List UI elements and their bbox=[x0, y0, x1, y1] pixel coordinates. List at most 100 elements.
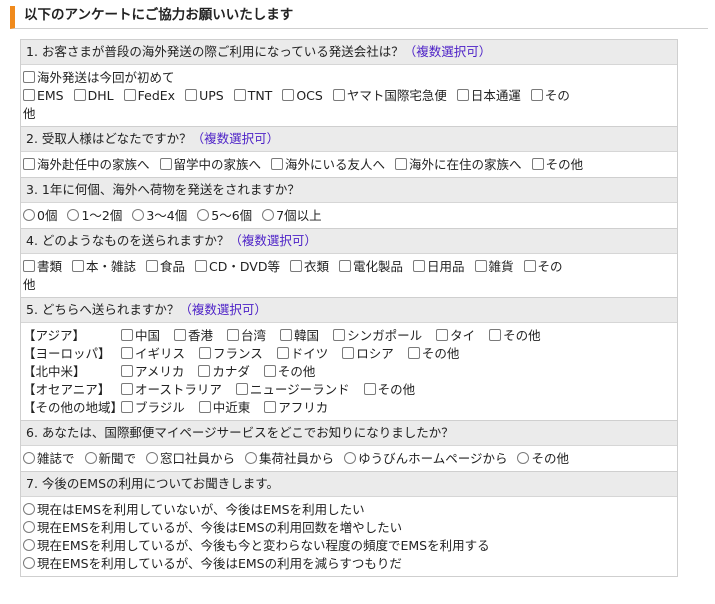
q6-option-pickup-staff[interactable]: 集荷社員から bbox=[245, 450, 334, 468]
checkbox[interactable] bbox=[123, 89, 136, 101]
q5-america-other[interactable]: その他 bbox=[263, 363, 315, 381]
checkbox[interactable] bbox=[23, 71, 35, 83]
q3-option-3-4[interactable]: 3〜4個 bbox=[132, 207, 187, 225]
radio-button[interactable] bbox=[23, 557, 35, 569]
checkbox[interactable] bbox=[72, 260, 85, 272]
q5-europe-france[interactable]: フランス bbox=[199, 345, 263, 363]
checkbox[interactable] bbox=[332, 89, 345, 101]
q5-america-canada[interactable]: カナダ bbox=[198, 363, 250, 381]
radio-button[interactable] bbox=[197, 209, 210, 221]
checkbox[interactable] bbox=[339, 260, 351, 272]
q1-option-dhl[interactable]: DHL bbox=[73, 87, 114, 105]
radio-button[interactable] bbox=[23, 539, 35, 551]
checkbox[interactable] bbox=[198, 401, 211, 413]
q1-option-other[interactable]: その bbox=[530, 87, 570, 105]
checkbox[interactable] bbox=[174, 329, 187, 341]
q2-option-other[interactable]: その他 bbox=[531, 156, 583, 174]
checkbox[interactable] bbox=[121, 383, 133, 395]
q5-asia-singapore[interactable]: シンガポール bbox=[333, 327, 422, 345]
checkbox[interactable] bbox=[23, 89, 35, 101]
q4-option-books[interactable]: 本・雑誌 bbox=[72, 258, 136, 276]
q5-america-usa[interactable]: アメリカ bbox=[121, 363, 184, 381]
q1-option-first-time[interactable]: 海外発送は今回が初めて bbox=[23, 69, 661, 87]
q5-asia-hongkong[interactable]: 香港 bbox=[174, 327, 213, 345]
checkbox[interactable] bbox=[23, 260, 35, 272]
q5-asia-other[interactable]: その他 bbox=[489, 327, 541, 345]
q5-europe-russia[interactable]: ロシア bbox=[342, 345, 394, 363]
q1-option-yamato[interactable]: ヤマト国際宅急便 bbox=[332, 87, 447, 105]
q5-europe-germany[interactable]: ドイツ bbox=[276, 345, 328, 363]
q2-option-friend[interactable]: 海外にいる友人へ bbox=[271, 156, 385, 174]
checkbox[interactable] bbox=[531, 158, 544, 170]
checkbox[interactable] bbox=[363, 383, 376, 395]
q1-option-nittsu[interactable]: 日本通運 bbox=[456, 87, 521, 105]
q4-option-other[interactable]: その bbox=[523, 258, 563, 276]
checkbox[interactable] bbox=[413, 260, 426, 272]
q3-option-1-2[interactable]: 1〜2個 bbox=[67, 207, 122, 225]
q5-other-middle-east[interactable]: 中近東 bbox=[198, 399, 250, 417]
checkbox[interactable] bbox=[436, 329, 449, 341]
checkbox[interactable] bbox=[198, 365, 211, 377]
q6-option-counter-staff[interactable]: 窓口社員から bbox=[146, 450, 235, 468]
checkbox[interactable] bbox=[280, 329, 293, 341]
checkbox[interactable] bbox=[121, 347, 133, 359]
q4-option-cd-dvd[interactable]: CD・DVD等 bbox=[195, 258, 280, 276]
radio-button[interactable] bbox=[262, 209, 275, 221]
q5-europe-other[interactable]: その他 bbox=[407, 345, 459, 363]
q1-option-ocs[interactable]: OCS bbox=[282, 87, 323, 105]
checkbox[interactable] bbox=[23, 158, 35, 170]
checkbox[interactable] bbox=[227, 329, 240, 341]
checkbox[interactable] bbox=[199, 347, 212, 359]
checkbox[interactable] bbox=[333, 329, 346, 341]
q7-option-same[interactable]: 現在EMSを利用しているが、今後も今と変わらない程度の頻度でEMSを利用する bbox=[23, 537, 661, 555]
checkbox[interactable] bbox=[523, 260, 536, 272]
checkbox[interactable] bbox=[342, 347, 355, 359]
checkbox[interactable] bbox=[271, 158, 284, 170]
checkbox[interactable] bbox=[282, 89, 295, 101]
checkbox[interactable] bbox=[235, 383, 248, 395]
radio-button[interactable] bbox=[517, 452, 530, 464]
q3-option-5-6[interactable]: 5〜6個 bbox=[197, 207, 252, 225]
q5-asia-china[interactable]: 中国 bbox=[121, 327, 160, 345]
checkbox[interactable] bbox=[530, 89, 543, 101]
radio-button[interactable] bbox=[132, 209, 145, 221]
radio-button[interactable] bbox=[344, 452, 357, 464]
q4-option-food[interactable]: 食品 bbox=[146, 258, 185, 276]
q5-oceania-newzealand[interactable]: ニュージーランド bbox=[235, 381, 350, 399]
radio-button[interactable] bbox=[23, 503, 35, 515]
checkbox[interactable] bbox=[276, 347, 289, 359]
q1-option-fedex[interactable]: FedEx bbox=[123, 87, 175, 105]
checkbox[interactable] bbox=[73, 89, 86, 101]
checkbox[interactable] bbox=[146, 260, 159, 272]
q1-option-ups[interactable]: UPS bbox=[185, 87, 224, 105]
q5-other-brazil[interactable]: ブラジル bbox=[121, 399, 185, 417]
checkbox[interactable] bbox=[264, 401, 277, 413]
checkbox[interactable] bbox=[121, 365, 133, 377]
q5-asia-taiwan[interactable]: 台湾 bbox=[227, 327, 266, 345]
q7-option-start-using[interactable]: 現在はEMSを利用していないが、今後はEMSを利用したい bbox=[23, 501, 661, 519]
radio-button[interactable] bbox=[67, 209, 80, 221]
checkbox[interactable] bbox=[489, 329, 502, 341]
checkbox[interactable] bbox=[456, 89, 469, 101]
q2-option-family-study[interactable]: 留学中の家族へ bbox=[159, 156, 261, 174]
q5-oceania-australia[interactable]: オーストラリア bbox=[121, 381, 222, 399]
radio-button[interactable] bbox=[245, 452, 258, 464]
q7-option-increase[interactable]: 現在EMSを利用しているが、今後はEMSの利用回数を増やしたい bbox=[23, 519, 661, 537]
q3-option-0[interactable]: 0個 bbox=[23, 207, 57, 225]
q2-option-family-assignment[interactable]: 海外赴任中の家族へ bbox=[23, 156, 150, 174]
q4-option-daily-goods[interactable]: 日用品 bbox=[413, 258, 465, 276]
checkbox[interactable] bbox=[185, 89, 198, 101]
checkbox[interactable] bbox=[407, 347, 420, 359]
q6-option-other[interactable]: その他 bbox=[517, 450, 569, 468]
q6-option-magazine[interactable]: 雑誌で bbox=[23, 450, 75, 468]
q5-oceania-other[interactable]: その他 bbox=[363, 381, 415, 399]
q6-option-homepage[interactable]: ゆうびんホームページから bbox=[344, 450, 507, 468]
q7-option-decrease[interactable]: 現在EMSを利用しているが、今後はEMSの利用を減らすつもりだ bbox=[23, 555, 661, 573]
checkbox[interactable] bbox=[233, 89, 246, 101]
q4-option-electronics[interactable]: 電化製品 bbox=[339, 258, 403, 276]
radio-button[interactable] bbox=[23, 452, 35, 464]
q3-option-7plus[interactable]: 7個以上 bbox=[262, 207, 322, 225]
q5-europe-uk[interactable]: イギリス bbox=[121, 345, 185, 363]
checkbox[interactable] bbox=[159, 158, 172, 170]
q4-option-documents[interactable]: 書類 bbox=[23, 258, 62, 276]
